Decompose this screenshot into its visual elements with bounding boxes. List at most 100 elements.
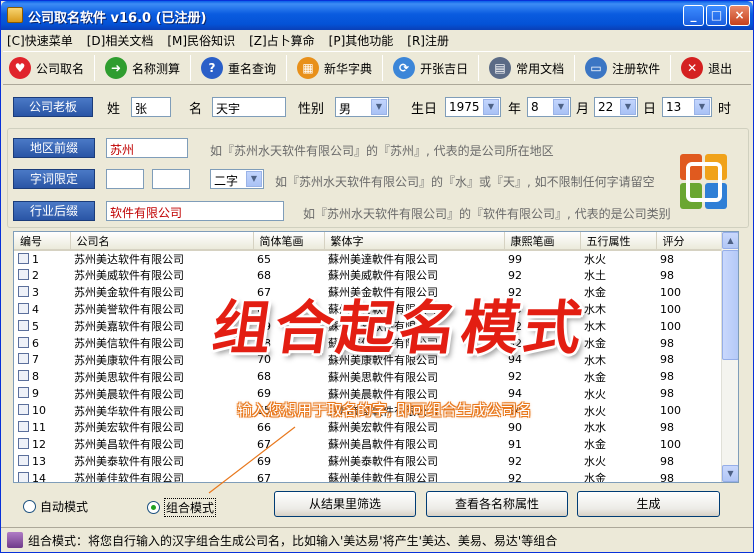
table-cell: 92 xyxy=(504,368,580,385)
column-header[interactable]: 繁体字 xyxy=(324,232,505,251)
table-cell: 水木 xyxy=(580,301,656,318)
cell-text: 90 xyxy=(508,420,522,434)
auto-mode-radio[interactable]: 自动模式 xyxy=(23,498,88,515)
toolbar-button-0[interactable]: ♥ 公司取名 xyxy=(3,53,90,83)
prefix-button[interactable]: 地区前缀 xyxy=(13,138,95,158)
menu-folk[interactable]: [M]民俗知识 xyxy=(167,32,235,49)
menu-other[interactable]: [P]其他功能 xyxy=(329,32,394,49)
scroll-thumb[interactable] xyxy=(722,250,738,360)
toolbar-button-7[interactable]: ✕ 退出 xyxy=(675,53,738,83)
day-value: 22 xyxy=(598,100,614,114)
cell-text: 65 xyxy=(257,252,271,266)
table-cell: 水金 xyxy=(580,284,656,301)
year-select[interactable]: 1975 ▼ xyxy=(445,97,501,117)
surname-input[interactable]: 张 xyxy=(131,97,171,117)
toolbar-label: 常用文档 xyxy=(516,61,565,76)
table-cell: 水金 xyxy=(580,368,656,385)
column-header[interactable]: 简体笔画 xyxy=(253,232,325,251)
cell-text: 11 xyxy=(32,420,46,434)
generate-button[interactable]: 生成 xyxy=(577,491,720,517)
cell-text: 蘇州美泰軟件有限公司 xyxy=(328,455,438,469)
table-row[interactable]: 14 苏州美佳软件有限公司 67 蘇州美佳軟件有限公司 92 水金 98 xyxy=(14,470,722,483)
table-cell: 水金 xyxy=(580,436,656,453)
cell-text: 水火 xyxy=(584,253,606,266)
cell-text: 水金 xyxy=(584,337,606,350)
toolbar-button-4[interactable]: ⟳ 开张吉日 xyxy=(387,53,474,83)
cell-text: 苏州美康软件有限公司 xyxy=(74,353,184,367)
cell-text: 苏州美信软件有限公司 xyxy=(74,337,184,350)
table-row[interactable]: 13 苏州美泰软件有限公司 69 蘇州美泰軟件有限公司 92 水火 98 xyxy=(14,453,722,470)
column-header[interactable]: 五行属性 xyxy=(580,232,657,251)
menu-register[interactable]: [R]注册 xyxy=(407,32,449,49)
cell-text: 7 xyxy=(32,353,39,367)
close-button[interactable]: × xyxy=(729,5,750,26)
day-select[interactable]: 22 ▼ xyxy=(594,97,638,117)
boss-button[interactable]: 公司老板 xyxy=(13,97,93,117)
column-header[interactable]: 编号 xyxy=(14,232,71,251)
table-cell: 水木 xyxy=(580,318,656,335)
cell-text: 蘇州美思軟件有限公司 xyxy=(328,370,438,384)
table-row[interactable]: 11 苏州美宏软件有限公司 66 蘇州美宏軟件有限公司 90 水水 98 xyxy=(14,419,722,436)
gender-select[interactable]: 男 ▼ xyxy=(335,97,389,117)
table-row[interactable]: 12 苏州美昌软件有限公司 67 蘇州美昌軟件有限公司 91 水金 100 xyxy=(14,436,722,453)
chevron-down-icon: ▼ xyxy=(620,99,636,115)
radio-on-icon xyxy=(147,501,160,514)
table-cell: 14 xyxy=(14,470,70,482)
column-header[interactable]: 评分 xyxy=(656,232,723,251)
menu-fortune[interactable]: [Z]占卜算命 xyxy=(249,32,315,49)
toolbar-button-1[interactable]: ➜ 名称测算 xyxy=(99,53,186,83)
month-select[interactable]: 8 ▼ xyxy=(527,97,571,117)
cell-text: 苏州美晨软件有限公司 xyxy=(74,387,184,401)
minimize-button[interactable]: _ xyxy=(683,5,704,26)
scroll-up-icon[interactable]: ▲ xyxy=(722,232,738,249)
chevron-down-icon: ▼ xyxy=(553,99,569,115)
combo-mode-radio[interactable]: 组合模式 xyxy=(147,498,217,517)
toolbar-label: 公司取名 xyxy=(36,61,85,76)
table-cell: 100 xyxy=(656,318,722,335)
toolbar-button-5[interactable]: ▤ 常用文档 xyxy=(483,53,570,83)
table-cell: 12 xyxy=(14,436,70,453)
toolbar-button-6[interactable]: ▭ 注册软件 xyxy=(579,53,666,83)
auto-mode-label: 自动模式 xyxy=(40,500,89,514)
view-attributes-button[interactable]: 查看各名称属性 xyxy=(426,491,568,517)
cell-text: 8 xyxy=(32,370,39,384)
filter-button[interactable]: 从结果里筛选 xyxy=(274,491,416,517)
suffix-input[interactable]: 软件有限公司 xyxy=(106,201,284,221)
column-header[interactable]: 康熙笔画 xyxy=(504,232,581,251)
cell-text: 100 xyxy=(660,285,681,299)
toolbar-button-3[interactable]: ▦ 新华字典 xyxy=(291,53,378,83)
cell-text: 4 xyxy=(32,302,39,316)
computer-icon: ▭ xyxy=(585,57,608,79)
table-scrollbar[interactable]: ▲ ▼ xyxy=(721,232,738,482)
prefix-input[interactable]: 苏州 xyxy=(106,138,188,158)
toolbar-separator xyxy=(574,55,576,81)
office-logo-icon xyxy=(680,154,727,209)
table-cell: 90 xyxy=(504,419,580,436)
cell-text: 5 xyxy=(32,319,39,333)
charlimit-select-value: 二字 xyxy=(214,174,239,188)
table-cell: 水火 xyxy=(580,402,656,419)
suffix-button[interactable]: 行业后缀 xyxy=(13,201,95,221)
table-cell: 8 xyxy=(14,368,70,385)
toolbar-button-2[interactable]: ? 重名查询 xyxy=(195,53,282,83)
hour-select[interactable]: 13 ▼ xyxy=(662,97,712,117)
scroll-down-icon[interactable]: ▼ xyxy=(722,465,738,482)
cell-text: 水火 xyxy=(584,404,606,418)
menu-docs[interactable]: [D]相关文档 xyxy=(87,32,154,49)
column-header[interactable]: 公司名 xyxy=(70,232,254,251)
table-row[interactable]: 1 苏州美达软件有限公司 65 蘇州美達軟件有限公司 99 水火 98 xyxy=(14,250,722,267)
table-cell: 蘇州美達軟件有限公司 xyxy=(324,250,504,267)
row-document-icon xyxy=(18,336,29,348)
cell-text: 水木 xyxy=(584,353,606,367)
charlimit-input-2[interactable] xyxy=(152,169,190,189)
charlimit-input-1[interactable] xyxy=(106,169,144,189)
maximize-button[interactable]: □ xyxy=(706,5,727,26)
cell-text: 92 xyxy=(508,471,522,483)
row-document-icon xyxy=(18,285,29,297)
given-name-input[interactable]: 天宇 xyxy=(212,97,286,117)
table-row[interactable]: 8 苏州美思软件有限公司 68 蘇州美思軟件有限公司 92 水金 98 xyxy=(14,368,722,385)
charlimit-button[interactable]: 字词限定 xyxy=(13,169,95,189)
table-cell: 水金 xyxy=(580,335,656,352)
menu-quick[interactable]: [C]快速菜单 xyxy=(7,32,73,49)
charlimit-select[interactable]: 二字 ▼ xyxy=(210,169,264,189)
